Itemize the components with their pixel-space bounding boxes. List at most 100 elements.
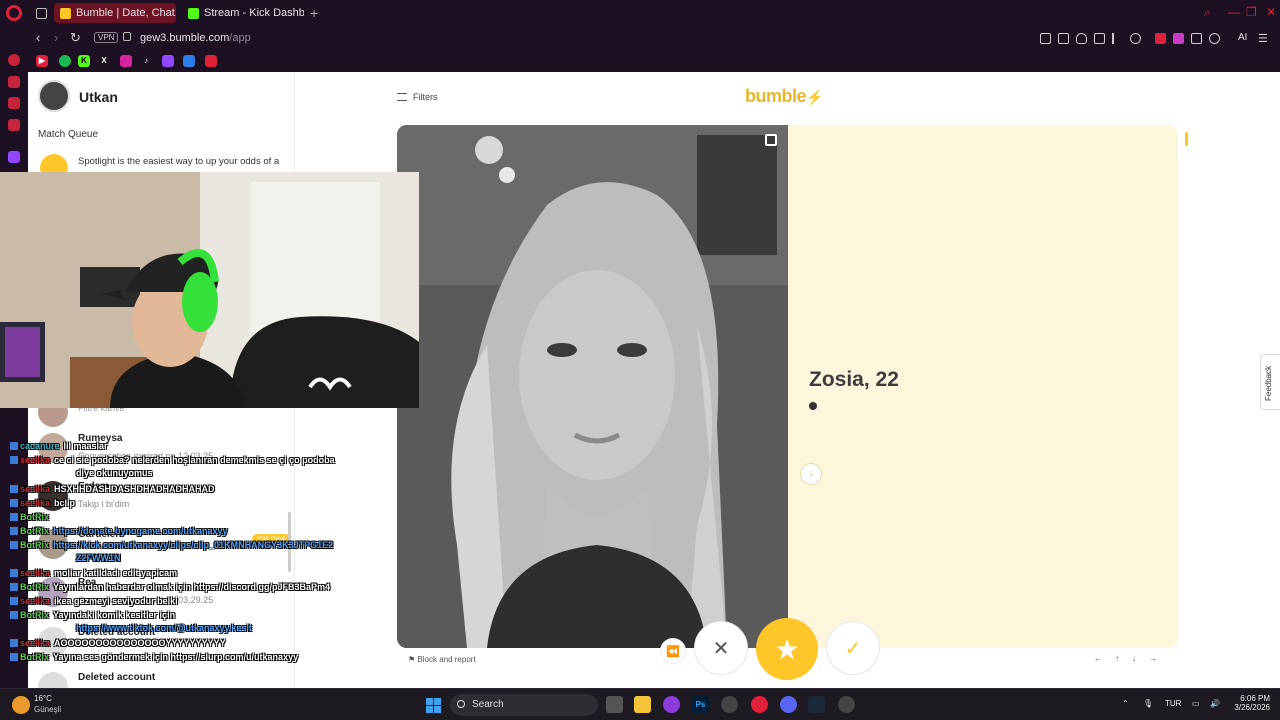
chat-link[interactable]: https://kick.com/utkanaxyy/clips/clip_01… — [53, 540, 333, 550]
city[interactable]: Güneşli — [34, 705, 61, 714]
chat-user: cacanure — [20, 441, 60, 451]
chat-link[interactable]: https://www.tiktok.com/@utkanaxyy.kesit — [76, 623, 252, 633]
date: 3/26/2026 — [1234, 703, 1270, 712]
adblock-icon[interactable] — [1155, 33, 1166, 44]
search-tabs-icon[interactable]: ⌕ — [1204, 5, 1211, 20]
lock-icon[interactable] — [123, 32, 131, 41]
x-icon[interactable]: X — [98, 55, 110, 67]
opera-gx-icon[interactable] — [751, 696, 768, 713]
spotify-icon[interactable] — [59, 55, 71, 67]
chevron-up-icon[interactable]: ⌃ — [1122, 699, 1129, 708]
app-icon[interactable] — [721, 696, 738, 713]
forward-button[interactable]: › — [54, 30, 58, 45]
chat-link[interactable]: Z2FWW1N — [76, 553, 121, 563]
profile-info-panel: Zosia, 22 ↓ — [788, 125, 1178, 648]
aria-ai-button[interactable]: AI — [1238, 32, 1247, 43]
tab-bumble[interactable]: Bumble | Date, Chat, Meet — [54, 3, 176, 23]
chat-message: BotRix Yayınlardan haberdar olmak için ht… — [10, 582, 330, 592]
workspaces-icon[interactable] — [30, 3, 50, 23]
vpn-badge[interactable]: VPN — [94, 32, 119, 43]
minimize-button[interactable]: — — [1228, 5, 1240, 19]
task-view-icon[interactable] — [606, 696, 623, 713]
expand-icon[interactable] — [765, 134, 777, 146]
language-indicator[interactable]: TUR — [1165, 699, 1181, 708]
whatsapp-icon[interactable] — [8, 119, 20, 131]
chat-text: lil maaslar — [63, 441, 108, 451]
new-tab-button[interactable]: + — [310, 5, 318, 21]
photoshop-icon[interactable]: Ps — [692, 696, 709, 713]
url-field[interactable]: gew3.bumble.com/app — [140, 32, 251, 44]
discord-icon[interactable] — [780, 696, 797, 713]
app-icon[interactable] — [838, 696, 855, 713]
bumble-logo[interactable]: bumble⚡ — [745, 86, 823, 107]
shield-icon[interactable] — [1076, 33, 1087, 44]
twitch-bookmark-icon[interactable] — [162, 55, 174, 67]
chat-message: seelika AOOOOOOOOOOOOOOOYYYYYYYYYY — [10, 638, 226, 648]
aria-icon[interactable] — [8, 54, 20, 66]
microphone-icon[interactable]: 🎙 — [1143, 699, 1153, 708]
chat-user: seelika — [20, 568, 51, 578]
superswipe-button[interactable]: ★ — [756, 618, 818, 680]
back-button[interactable]: ‹ — [36, 30, 40, 45]
temperature[interactable]: 16°C — [34, 694, 52, 703]
translate-icon[interactable] — [1094, 33, 1105, 44]
volume-icon[interactable]: 🔊 — [1210, 699, 1220, 708]
instagram-icon[interactable] — [120, 55, 132, 67]
profile-photo[interactable] — [397, 125, 788, 648]
chat-text: Yayınlardan haberdar olmak için https://… — [53, 582, 331, 592]
maximize-button[interactable]: ❐ — [1246, 5, 1257, 19]
pin-icon[interactable] — [1040, 33, 1051, 44]
opera-logo-icon[interactable] — [6, 5, 22, 21]
steam-icon[interactable] — [808, 696, 825, 713]
like-button[interactable]: ✓ — [826, 621, 880, 675]
profile-icon[interactable] — [1209, 33, 1220, 44]
filters-button[interactable]: Filters — [397, 92, 438, 102]
time: 6:06 PM — [1240, 694, 1270, 703]
menu-icon[interactable]: ☰ — [1258, 32, 1268, 45]
close-window-button[interactable]: ✕ — [1266, 5, 1276, 19]
url-host: gew3.bumble.com — [140, 32, 230, 44]
taskbar-search[interactable]: Search — [450, 694, 598, 716]
profile-scrollbar[interactable] — [1185, 132, 1188, 146]
profile-name: Zosia, 22 — [809, 368, 899, 391]
more-info-icon[interactable] — [809, 402, 817, 410]
chat-message: BotRix Yayındaki komik kesitler için — [10, 610, 175, 620]
user-name[interactable]: Utkan — [79, 89, 118, 105]
feedback-button[interactable]: Feedback — [1260, 354, 1280, 410]
network-icon[interactable]: ▭ — [1192, 699, 1200, 708]
snapshot-icon[interactable] — [1058, 33, 1069, 44]
chat-text: ce ci sie podoba? nelerden hoşlanıran de… — [54, 455, 335, 465]
chat-message: BotRix https://kick.com/utkanaxyy/clips/c… — [10, 540, 333, 550]
scroll-down-button[interactable]: ↓ — [800, 463, 822, 485]
backtrack-button[interactable]: ⏪ — [660, 638, 686, 664]
extension-icon[interactable] — [1173, 33, 1184, 44]
app-bookmark-icon[interactable] — [183, 55, 195, 67]
app-icon[interactable] — [663, 696, 680, 713]
youtube-icon[interactable]: ▶ — [36, 55, 48, 67]
heart-icon[interactable] — [1130, 33, 1141, 44]
tiktok-icon[interactable]: ♪ — [140, 55, 152, 67]
chat-user: seelika — [20, 596, 51, 606]
messenger-icon[interactable] — [8, 97, 20, 109]
taskbar: 16°C Güneşli Search Ps ⌃ 🎙 TUR ▭ 🔊 6:06 … — [0, 688, 1280, 720]
extra-bookmark-icon[interactable] — [205, 55, 217, 67]
windows-start-icon[interactable] — [426, 698, 441, 713]
tab-kick-dashboard[interactable]: Stream - Kick Dashboard — [182, 3, 304, 23]
play-icon[interactable] — [1112, 33, 1123, 44]
puzzle-icon[interactable] — [1191, 33, 1202, 44]
clock[interactable]: 6:06 PM 3/26/2026 — [1230, 694, 1270, 712]
spotlight-text[interactable]: Spotlight is the easiest way to up your … — [78, 156, 288, 167]
tab-label: Bumble | Date, Chat, Meet — [76, 7, 176, 19]
user-avatar[interactable] — [38, 80, 70, 112]
file-explorer-icon[interactable] — [634, 696, 651, 713]
kick-icon[interactable]: K — [78, 55, 90, 67]
chat-link[interactable]: https://donate.bynogame.com/utkanaxyy — [53, 526, 228, 536]
block-report-link[interactable]: ⚑ Block and report — [408, 655, 476, 664]
chat-text: Yayındaki komik kesitler için — [53, 610, 176, 620]
weather-icon[interactable] — [12, 696, 30, 714]
block-report-label: Block and report — [417, 655, 476, 664]
twitch-icon[interactable] — [8, 151, 20, 163]
bag-icon[interactable] — [8, 76, 20, 88]
reload-button[interactable]: ↻ — [70, 30, 81, 46]
pass-button[interactable]: ✕ — [694, 621, 748, 675]
